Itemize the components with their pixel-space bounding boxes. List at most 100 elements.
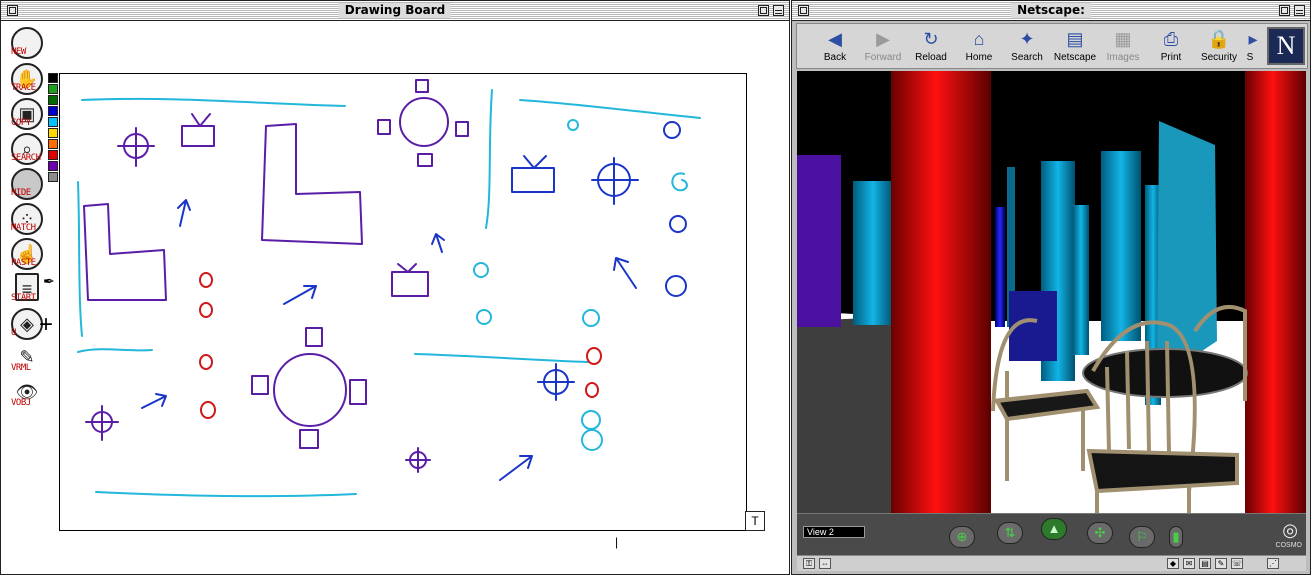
- tool-label: HIDE: [11, 188, 31, 198]
- tool-label: VRML: [11, 363, 31, 373]
- color-palette[interactable]: [48, 73, 58, 183]
- back-label: Back: [823, 52, 847, 63]
- cosmo-viewer-dashboard: View 2 ⊕ ⇅ ▲ ✣ ⚐ ▮ COSMO ◎: [797, 513, 1306, 555]
- color-swatch[interactable]: [48, 95, 58, 105]
- tool-label: VOBJ: [11, 398, 31, 408]
- zoom-box-icon[interactable]: [758, 5, 769, 16]
- window-title: Drawing Board: [338, 3, 452, 18]
- shop-button[interactable]: ▸ S: [1241, 28, 1259, 63]
- lock-icon: 🔒: [1207, 29, 1231, 49]
- reload-label: Reload: [915, 52, 947, 63]
- news-icon[interactable]: ▤: [1199, 558, 1211, 569]
- shop-icon: ▸: [1248, 29, 1258, 49]
- zoom-box-icon[interactable]: [1279, 5, 1290, 16]
- sketch-walls: [77, 89, 701, 498]
- reload-button[interactable]: ↻ Reload: [909, 28, 953, 63]
- tool-label: NEW: [11, 47, 26, 57]
- netscape-icon: ▤: [1066, 29, 1084, 49]
- tool-hide[interactable]: HIDE: [9, 168, 45, 200]
- search-label: Search: [1011, 52, 1043, 63]
- color-swatch[interactable]: [48, 106, 58, 116]
- search-icon: ✦: [1019, 29, 1035, 49]
- security-label: Security: [1200, 52, 1238, 63]
- home-icon: ⌂: [973, 29, 985, 49]
- tool-vobj[interactable]: 👁 VOBJ: [9, 378, 45, 410]
- tool-search[interactable]: ⌕ SEARCH: [9, 133, 45, 165]
- shop-label: S: [1246, 52, 1254, 63]
- netscape-button[interactable]: ▤ Netscape: [1053, 28, 1097, 63]
- mail-icon[interactable]: ✉: [1183, 558, 1195, 569]
- color-swatch[interactable]: [48, 84, 58, 94]
- tool-label: PASTE: [11, 258, 36, 268]
- resize-grip-icon[interactable]: ⋰: [1267, 558, 1279, 569]
- print-button[interactable]: ⎙ Print: [1149, 28, 1193, 63]
- status-bar: ⚿ ⇔ ◆ ✉ ▤ ✎ ☏ ⋰: [797, 555, 1306, 571]
- back-arrow-icon: ◀: [828, 29, 842, 49]
- reload-icon: ↻: [923, 29, 939, 49]
- text-cursor-icon: |: [615, 535, 619, 549]
- tool-start[interactable]: ≡ START: [9, 273, 45, 303]
- color-swatch[interactable]: [48, 128, 58, 138]
- close-box-icon[interactable]: [7, 5, 18, 16]
- netscape-titlebar[interactable]: Netscape:: [792, 1, 1310, 21]
- forward-button[interactable]: ▶ Forward: [861, 28, 905, 63]
- collapse-box-icon[interactable]: [773, 5, 784, 16]
- sketch-chairs-red: [199, 272, 602, 419]
- print-label: Print: [1160, 52, 1182, 63]
- walk-control-icon[interactable]: ▲: [1041, 518, 1067, 540]
- editor-icon[interactable]: ✎: [1215, 558, 1227, 569]
- conference-icon[interactable]: ☏: [1231, 558, 1243, 569]
- tilt-control-icon[interactable]: ✣: [1087, 522, 1113, 544]
- tool-label: COPY: [11, 118, 31, 128]
- color-swatch[interactable]: [48, 73, 58, 83]
- seek-control-icon[interactable]: ⚐: [1129, 526, 1155, 548]
- viewpoint-selector[interactable]: View 2: [803, 526, 865, 538]
- sketch-furniture: [83, 79, 469, 473]
- brush-icon[interactable]: ✒: [43, 273, 55, 290]
- color-swatch[interactable]: [48, 172, 58, 182]
- tool-match[interactable]: ⁘ MATCH: [9, 203, 45, 235]
- connection-icon[interactable]: ⇔: [819, 558, 831, 569]
- tool-label: START: [11, 293, 36, 303]
- tool-trace[interactable]: ✋ TRACE: [9, 63, 45, 95]
- drawing-canvas[interactable]: [59, 73, 747, 531]
- canvas-resize-handle[interactable]: T: [745, 511, 765, 531]
- netscape-window: Netscape: ◀ Back ▶ Forward ↻ Reload ⌂ Home ✦…: [791, 0, 1311, 575]
- tool-paste[interactable]: ☝ PASTE: [9, 238, 45, 270]
- images-button[interactable]: ▦ Images: [1101, 28, 1145, 63]
- images-icon: ▦: [1114, 29, 1132, 49]
- drawing-board-window: Drawing Board NEW ✋ TRACE ▣ COPY ⌕ SEARC…: [0, 0, 790, 575]
- tool-label: U: [11, 328, 16, 338]
- color-swatch[interactable]: [48, 117, 58, 127]
- netscape-logo[interactable]: N: [1267, 27, 1305, 65]
- color-swatch[interactable]: [48, 150, 58, 160]
- tool-copy[interactable]: ▣ COPY: [9, 98, 45, 130]
- sketch-arrows: [141, 121, 687, 481]
- print-icon: ⎙: [1163, 29, 1179, 49]
- component-icon[interactable]: ◆: [1167, 558, 1179, 569]
- plan-control-icon[interactable]: ⊕: [949, 526, 975, 548]
- back-button[interactable]: ◀ Back: [813, 28, 857, 63]
- security-status-icon[interactable]: ⚿: [803, 558, 815, 569]
- close-box-icon[interactable]: [798, 5, 809, 16]
- security-button[interactable]: 🔒 Security: [1197, 28, 1241, 63]
- tool-vrml[interactable]: ✎ VRML: [9, 343, 45, 375]
- drawing-board-titlebar[interactable]: Drawing Board: [1, 1, 789, 21]
- cosmo-logo: COSMO: [1275, 542, 1302, 549]
- window-title: Netscape:: [1011, 3, 1091, 18]
- color-swatch[interactable]: [48, 139, 58, 149]
- tool-new[interactable]: NEW: [9, 27, 45, 59]
- collapse-box-icon[interactable]: [1294, 5, 1305, 16]
- pan-control-icon[interactable]: ⇅: [997, 522, 1023, 544]
- tool-label: MATCH: [11, 223, 36, 233]
- home-button[interactable]: ⌂ Home: [957, 28, 1001, 63]
- search-button[interactable]: ✦ Search: [1005, 28, 1049, 63]
- vrml-scene-view[interactable]: [797, 71, 1306, 513]
- straighten-icon[interactable]: ▮: [1169, 526, 1183, 548]
- forward-arrow-icon: ▶: [876, 29, 890, 49]
- images-label: Images: [1106, 52, 1140, 63]
- color-swatch[interactable]: [48, 161, 58, 171]
- tool-label: SEARCH: [11, 153, 41, 163]
- home-label: Home: [965, 52, 993, 63]
- forward-label: Forward: [864, 52, 902, 63]
